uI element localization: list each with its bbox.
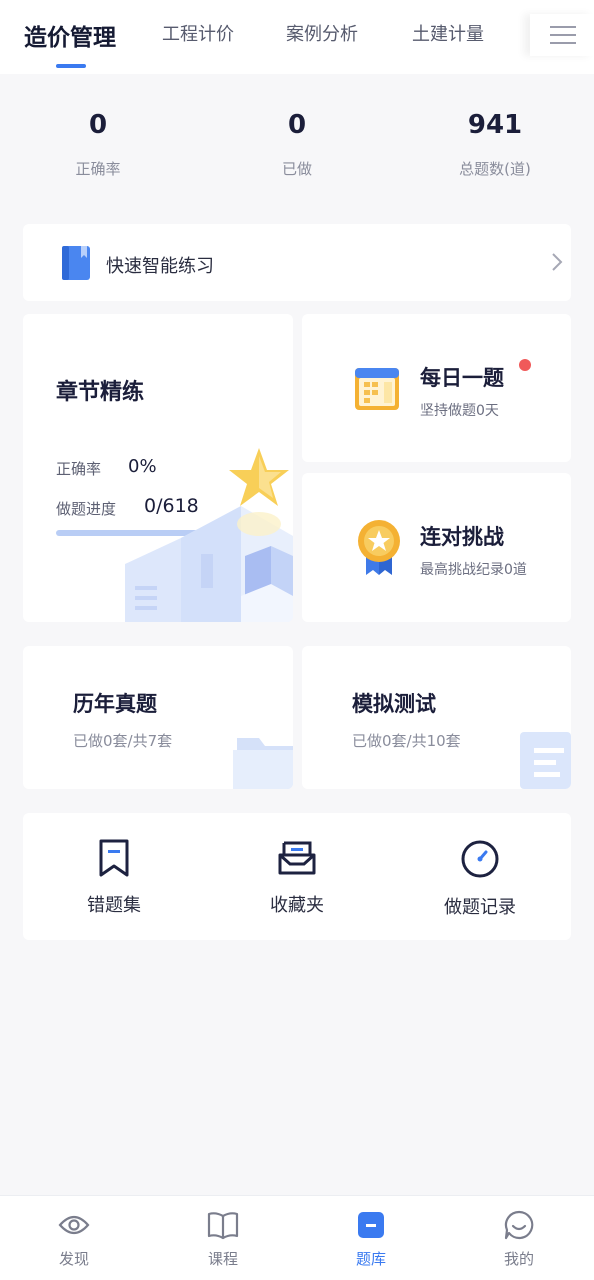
- daily-question-card[interactable]: 每日一题 坚持做题0天: [302, 314, 571, 462]
- nav-courses[interactable]: 课程: [183, 1210, 263, 1269]
- wrong-questions-label: 错题集: [87, 895, 141, 916]
- book-icon: [62, 246, 90, 280]
- chapter-progress-label: 做题进度: [56, 500, 117, 518]
- streak-challenge-subtitle: 最高挑战纪录0道: [420, 562, 527, 578]
- hamburger-menu-icon: [550, 26, 576, 44]
- practice-history-label: 做题记录: [444, 897, 516, 918]
- stat-total-value: 941: [467, 110, 523, 140]
- chapter-accuracy-label: 正确率: [56, 460, 102, 478]
- notification-dot: [519, 359, 531, 371]
- stat-total-label: 总题数(道): [459, 160, 531, 178]
- quick-practice-button[interactable]: 快速智能练习: [23, 224, 571, 301]
- mock-test-card[interactable]: 模拟测试 已做0套/共10套: [302, 646, 571, 789]
- stat-accuracy-label: 正确率: [75, 160, 121, 178]
- tools-panel: 错题集 收藏夹 做题记录: [23, 813, 571, 940]
- nav-question-bank[interactable]: 题库: [331, 1210, 411, 1269]
- practice-history-button[interactable]: 做题记录: [410, 839, 550, 919]
- bottom-nav: 发现 课程 题库 我的: [0, 1195, 594, 1280]
- streak-challenge-card[interactable]: 连对挑战 最高挑战纪录0道: [302, 473, 571, 622]
- nav-discover[interactable]: 发现: [34, 1210, 114, 1269]
- stat-total: 941 总题数(道): [415, 110, 575, 179]
- quick-practice-label: 快速智能练习: [106, 256, 214, 277]
- stat-done-value: 0: [287, 110, 307, 140]
- tab-case-analysis[interactable]: 案例分析: [286, 20, 358, 46]
- tab-civil-measurement[interactable]: 土建计量: [412, 20, 484, 46]
- chapter-practice-card[interactable]: 章节精练 正确率 0% 做题进度 0/618: [23, 314, 293, 622]
- document-illustration: [520, 732, 571, 789]
- mock-test-subtitle: 已做0套/共10套: [352, 732, 461, 750]
- bookmark-icon: [99, 839, 129, 877]
- folder-illustration: [233, 738, 293, 789]
- nav-discover-label: 发现: [58, 1250, 89, 1268]
- stat-accuracy: 0 正确率: [18, 110, 178, 179]
- tab-cost-management[interactable]: 造价管理: [24, 18, 116, 52]
- question-bank-icon: [358, 1212, 384, 1238]
- stats-row: 0 正确率 0 已做 941 总题数(道): [0, 74, 594, 204]
- past-exams-title: 历年真题: [73, 692, 157, 716]
- eye-icon: [58, 1215, 90, 1235]
- open-book-icon: [207, 1212, 239, 1240]
- nav-profile-label: 我的: [503, 1250, 534, 1268]
- tab-engineering-pricing[interactable]: 工程计价: [162, 20, 234, 46]
- stat-done: 0 已做: [217, 110, 377, 179]
- smile-icon: [504, 1210, 534, 1240]
- star-building-illustration: [125, 448, 293, 622]
- favorites-button[interactable]: 收藏夹: [227, 839, 367, 917]
- top-tab-bar: 造价管理 工程计价 案例分析 土建计量: [0, 0, 594, 74]
- inbox-icon: [278, 841, 316, 875]
- active-tab-indicator: [56, 64, 86, 68]
- favorites-label: 收藏夹: [270, 895, 324, 916]
- daily-question-subtitle: 坚持做题0天: [420, 403, 499, 419]
- past-exams-card[interactable]: 历年真题 已做0套/共7套: [23, 646, 293, 789]
- nav-profile[interactable]: 我的: [479, 1210, 559, 1269]
- nav-courses-label: 课程: [207, 1250, 238, 1268]
- medal-icon: [358, 520, 400, 575]
- clock-icon: [461, 840, 499, 878]
- chevron-right-icon: [552, 253, 563, 271]
- past-exams-subtitle: 已做0套/共7套: [73, 732, 173, 750]
- wrong-questions-button[interactable]: 错题集: [44, 839, 184, 917]
- stat-done-label: 已做: [281, 160, 312, 178]
- daily-question-title: 每日一题: [420, 366, 504, 390]
- streak-challenge-title: 连对挑战: [420, 525, 504, 549]
- stat-accuracy-value: 0: [88, 110, 108, 140]
- mock-test-title: 模拟测试: [352, 692, 436, 716]
- nav-question-bank-label: 题库: [355, 1250, 386, 1268]
- tab-menu-button[interactable]: [530, 14, 594, 56]
- calendar-icon: [355, 368, 399, 410]
- chapter-title: 章节精练: [56, 380, 145, 405]
